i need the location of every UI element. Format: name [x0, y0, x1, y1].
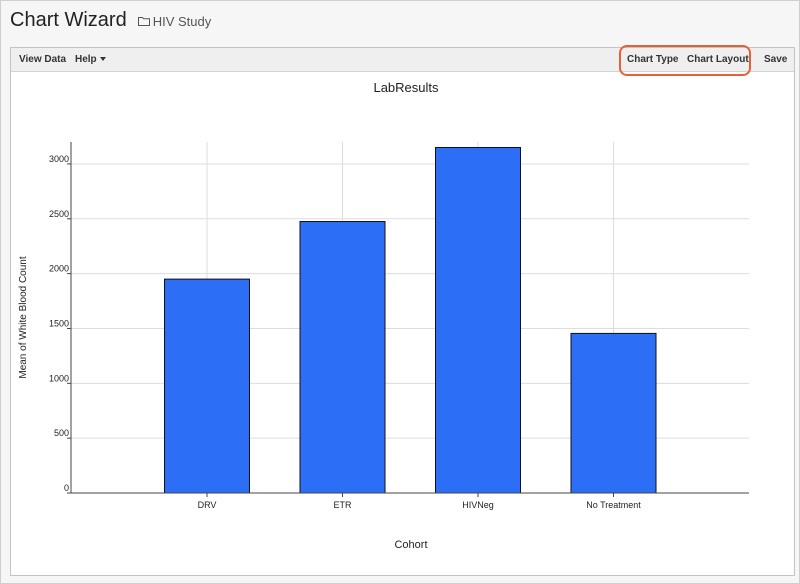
x-tick-label: DRV — [198, 500, 217, 510]
y-tick-label: 0 — [64, 483, 69, 493]
window-frame: Chart Wizard HIV Study View Data Help Ch… — [0, 0, 800, 584]
page-header: Chart Wizard HIV Study — [10, 9, 211, 37]
bar-no-treatment — [570, 332, 657, 494]
chart-layout-button[interactable]: Chart Layout — [687, 54, 749, 65]
bar-hivneg — [435, 146, 521, 494]
bar-chart: LabResults Mean of White Blood Count Coh… — [18, 80, 749, 551]
y-tick-label: 2000 — [49, 264, 69, 274]
folder-icon — [137, 17, 150, 26]
y-tick-label: 3000 — [49, 154, 69, 164]
chart-panel: View Data Help Chart Type Chart Layout S… — [10, 45, 795, 576]
help-menu[interactable]: Help — [75, 54, 106, 65]
toolbar: View Data Help Chart Type Chart Layout S… — [11, 45, 794, 76]
chart-type-button[interactable]: Chart Type — [627, 54, 679, 65]
save-button[interactable]: Save — [764, 54, 787, 65]
bars — [164, 146, 657, 494]
y-tick-label: 1500 — [49, 318, 69, 328]
page-title: Chart Wizard — [10, 9, 127, 31]
folder-label: HIV Study — [152, 13, 212, 29]
x-tick-label: HIVNeg — [462, 500, 494, 510]
x-axis-label: Cohort — [394, 539, 427, 551]
bar-drv — [164, 278, 250, 494]
bar-etr — [299, 221, 386, 494]
x-tick-label: No Treatment — [586, 500, 641, 510]
view-data-button[interactable]: View Data — [19, 54, 66, 65]
x-tick-label: ETR — [334, 500, 353, 510]
folder-link[interactable]: HIV Study — [137, 13, 212, 29]
chevron-down-icon — [99, 57, 106, 62]
y-axis-label: Mean of White Blood Count — [18, 256, 29, 379]
y-tick-label: 1000 — [49, 373, 69, 383]
y-tick-label: 2500 — [49, 209, 69, 219]
chart-title: LabResults — [373, 80, 439, 95]
help-label: Help — [75, 54, 97, 65]
y-tick-label: 500 — [54, 428, 69, 438]
